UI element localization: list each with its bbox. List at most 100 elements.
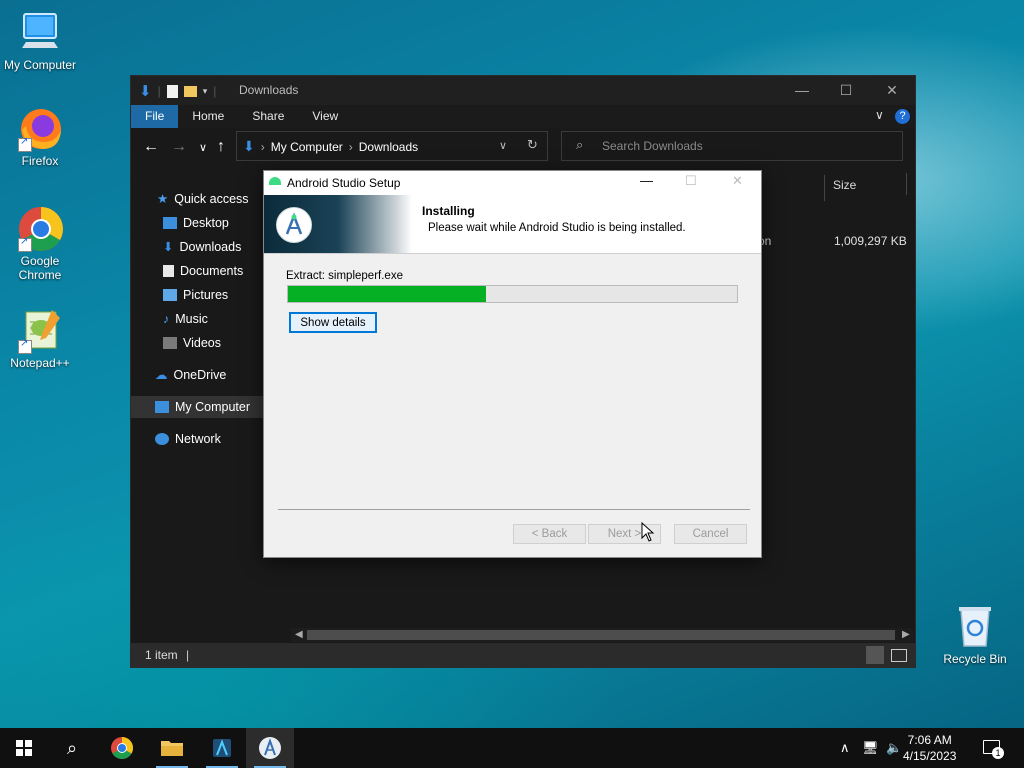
chrome-icon (16, 204, 64, 252)
search-input[interactable]: Search Downloads (602, 139, 703, 153)
properties-icon[interactable] (166, 84, 178, 98)
dialog-separator (278, 509, 750, 510)
tab-share[interactable]: Share (238, 105, 298, 128)
quick-access-toolbar: ⬇ | ▾ | (139, 82, 216, 100)
nav-label: Music (175, 312, 208, 326)
column-header-divider (906, 173, 907, 195)
minimize-button[interactable]: — (779, 76, 825, 105)
download-arrow-icon: ⬇ (163, 240, 174, 254)
scroll-right-icon[interactable]: ▶ (902, 628, 910, 642)
start-button[interactable] (0, 728, 48, 768)
taskbar-file-explorer[interactable] (148, 728, 196, 768)
android-studio-logo-icon (276, 207, 312, 243)
back-arrow-icon[interactable]: ← (143, 138, 159, 156)
status-bar: 1 item | (131, 643, 915, 667)
taskbar: ⌕ ∧ 🖥 🔈 7:06 AM 4/15/2023 1 (0, 728, 1024, 768)
dialog-heading: Installing (422, 204, 475, 218)
close-button[interactable]: ✕ (869, 76, 915, 105)
forward-arrow-icon[interactable]: → (171, 138, 187, 156)
install-progress-bar (287, 285, 738, 303)
tab-file[interactable]: File (131, 105, 179, 128)
item-count: 1 item (145, 648, 178, 662)
taskbar-chrome[interactable] (98, 728, 146, 768)
volume-icon[interactable]: 🔈 (886, 740, 902, 756)
cloud-icon: ☁ (155, 368, 168, 382)
desktop-icon-label: Recycle Bin (943, 652, 1007, 666)
nav-label: Desktop (183, 216, 229, 230)
dialog-title: Android Studio Setup (287, 176, 401, 190)
pictures-icon (163, 289, 177, 301)
download-arrow-icon: ⬇ (139, 83, 152, 100)
desktop-icon-google-chrome[interactable]: Google Chrome (0, 204, 80, 282)
expand-ribbon-icon[interactable]: ∨ (875, 108, 884, 122)
dialog-close-button: ✕ (732, 173, 743, 188)
address-bar[interactable]: ⬇ › My Computer › Downloads ∨ ↻ (236, 131, 548, 161)
taskbar-android-studio-setup[interactable] (246, 728, 294, 768)
search-button[interactable]: ⌕ (48, 728, 96, 768)
android-studio-setup-dialog: Android Studio Setup — ☐ ✕ Installing Pl… (263, 170, 762, 558)
details-view-icon[interactable] (866, 646, 884, 664)
android-studio-setup-icon (259, 737, 281, 759)
large-icons-view-icon[interactable] (891, 649, 907, 662)
notification-count-badge: 1 (992, 747, 1004, 759)
maximize-button[interactable]: ☐ (823, 76, 869, 105)
computer-icon (16, 8, 64, 56)
action-center-button[interactable]: 1 (980, 738, 1004, 760)
desktop-icon-label: Notepad++ (10, 356, 70, 370)
dialog-header: Installing Please wait while Android Stu… (264, 195, 761, 254)
desktop-icon-recycle-bin[interactable]: Recycle Bin (935, 602, 1015, 666)
nav-label: OneDrive (173, 368, 227, 382)
customize-quick-access-icon[interactable]: ▾ (203, 86, 208, 97)
new-folder-icon[interactable] (183, 85, 197, 97)
up-arrow-icon[interactable]: ↑ (217, 138, 225, 156)
desktop-icon-firefox[interactable]: Firefox (0, 104, 80, 168)
explorer-titlebar[interactable]: ⬇ | ▾ | Downloads — ☐ ✕ (131, 76, 915, 105)
android-studio-icon (213, 739, 231, 757)
scrollbar-thumb[interactable] (307, 630, 895, 640)
help-icon[interactable]: ? (895, 109, 910, 124)
back-button[interactable]: < Back (513, 524, 586, 544)
desktop-icon-label: Firefox (21, 154, 59, 168)
ribbon-tabs: File Home Share View ∨ ? (131, 105, 915, 128)
network-status-icon[interactable]: 🖥 (862, 740, 879, 756)
breadcrumb-my-computer[interactable]: My Computer (271, 140, 343, 154)
scroll-left-icon[interactable]: ◀ (295, 628, 303, 642)
clock-date: 4/15/2023 (903, 749, 957, 763)
taskbar-clock[interactable]: 7:06 AM 4/15/2023 (903, 732, 956, 764)
divider: | (213, 84, 217, 98)
dialog-titlebar[interactable]: Android Studio Setup — ☐ ✕ (264, 171, 761, 195)
recent-locations-chevron-icon[interactable]: ∨ (199, 141, 207, 154)
show-details-button[interactable]: Show details (289, 312, 377, 333)
desktop-icon-my-computer[interactable]: My Computer (0, 8, 80, 72)
dialog-minimize-button[interactable]: — (640, 173, 653, 188)
horizontal-scrollbar[interactable]: ◀ ▶ (291, 628, 913, 642)
header-banner (264, 195, 412, 253)
windows-logo-icon (16, 740, 32, 756)
nav-label: Documents (180, 264, 244, 278)
taskbar-android-studio[interactable] (198, 728, 246, 768)
breadcrumb-separator-icon: › (348, 139, 353, 154)
address-toolbar: ← → ∨ ↑ ⬇ › My Computer › Downloads ∨ ↻ … (131, 128, 915, 166)
network-icon (155, 433, 169, 445)
desktop-icon-notepad-plus-plus[interactable]: Notepad++ (0, 306, 80, 370)
computer-icon (155, 401, 169, 413)
search-icon: ⌕ (66, 737, 78, 758)
show-hidden-icons-chevron-icon[interactable]: ∧ (840, 740, 850, 756)
search-box[interactable]: ⌕ Search Downloads (561, 131, 903, 161)
music-note-icon: ♪ (163, 312, 170, 326)
breadcrumb-downloads[interactable]: Downloads (359, 140, 418, 154)
nav-label: Pictures (183, 288, 229, 302)
column-header-size[interactable]: Size (824, 175, 856, 201)
extract-status-text: Extract: simpleperf.exe (286, 270, 403, 282)
dialog-maximize-button: ☐ (685, 173, 697, 188)
cancel-button[interactable]: Cancel (674, 524, 747, 544)
shortcut-arrow-icon (18, 136, 32, 152)
address-dropdown-icon[interactable]: ∨ (499, 139, 507, 152)
refresh-icon[interactable]: ↻ (527, 137, 538, 153)
tab-view[interactable]: View (298, 105, 352, 128)
downloads-folder-icon: ⬇ (243, 138, 255, 154)
nav-label: Videos (183, 336, 221, 350)
tab-home[interactable]: Home (178, 105, 238, 128)
desktop-icon-label: My Computer (3, 58, 77, 72)
dialog-subheading: Please wait while Android Studio is bein… (428, 222, 686, 234)
